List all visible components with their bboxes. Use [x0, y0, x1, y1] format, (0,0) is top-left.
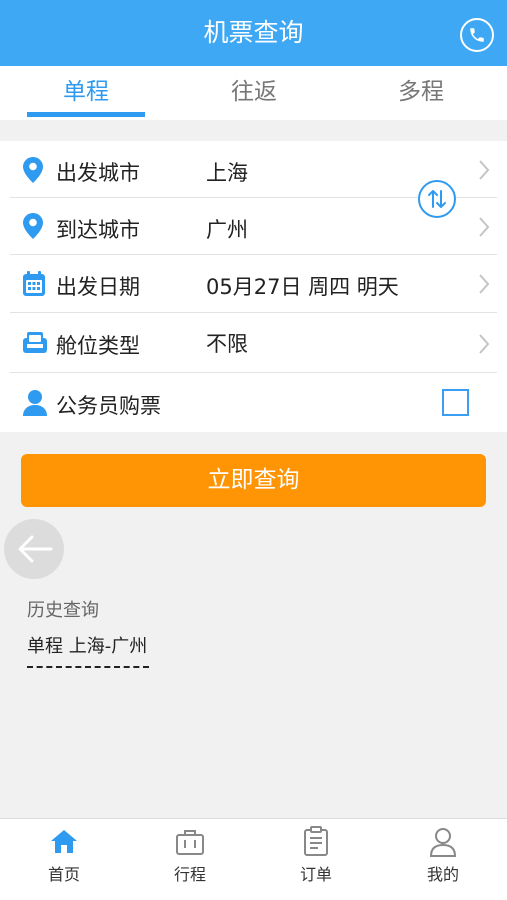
search-button[interactable]: 立即查询: [21, 454, 486, 507]
civil-servant-checkbox[interactable]: [442, 389, 469, 416]
tabbar-label: 行程: [173, 865, 206, 884]
location-pin-icon: [23, 157, 43, 183]
tab-round-trip[interactable]: 往返: [195, 66, 313, 120]
tabbar-label: 订单: [299, 865, 332, 884]
briefcase-icon: [176, 830, 204, 855]
order-icon: [304, 826, 328, 856]
departure-city-value: 上海: [206, 161, 248, 185]
history-title: 历史查询: [27, 600, 99, 621]
chevron-right-icon: [479, 217, 490, 237]
home-icon: [51, 830, 77, 853]
tabbar-item-orders[interactable]: 订单: [266, 819, 366, 900]
arrow-left-icon: [18, 535, 53, 563]
chevron-right-icon: [479, 274, 490, 294]
departure-date-value: 05月27日 周四 明天: [206, 275, 399, 299]
user-icon: [429, 828, 457, 857]
cabin-class-value: 不限: [206, 332, 248, 356]
swap-cities-button[interactable]: [418, 180, 456, 218]
tab-multi-city[interactable]: 多程: [362, 66, 480, 120]
departure-date-row[interactable]: 出发日期 05月27日 周四 明天: [0, 255, 507, 313]
cabin-class-label: 舱位类型: [56, 334, 140, 358]
bottom-tab-bar: 首页 行程 订单 我的: [0, 818, 507, 900]
person-icon: [23, 390, 47, 416]
tabbar-item-home[interactable]: 首页: [14, 819, 114, 900]
phone-icon: [470, 28, 484, 42]
location-pin-icon: [23, 213, 43, 239]
chevron-right-icon: [479, 160, 490, 180]
back-button[interactable]: [4, 519, 64, 579]
header-bar: 机票查询: [0, 0, 507, 66]
tabbar-label: 我的: [426, 865, 459, 884]
civil-servant-label: 公务员购票: [56, 394, 161, 418]
history-item[interactable]: 单程 上海-广州: [27, 632, 150, 668]
seat-icon: [23, 332, 47, 353]
tab-active-indicator: [27, 112, 145, 117]
phone-button[interactable]: [460, 18, 494, 52]
page-title: 机票查询: [203, 18, 304, 47]
cabin-class-row[interactable]: 舱位类型 不限: [0, 313, 507, 373]
arrival-city-label: 到达城市: [56, 218, 140, 242]
calendar-icon: [23, 271, 45, 296]
civil-servant-row[interactable]: 公务员购票: [0, 373, 507, 432]
swap-icon: [428, 190, 446, 208]
departure-city-label: 出发城市: [56, 161, 140, 185]
tabbar-item-profile[interactable]: 我的: [393, 819, 493, 900]
arrival-city-value: 广州: [206, 218, 248, 242]
chevron-right-icon: [479, 334, 490, 354]
tabbar-item-trips[interactable]: 行程: [140, 819, 240, 900]
tabbar-label: 首页: [47, 865, 80, 884]
departure-date-label: 出发日期: [56, 275, 140, 299]
